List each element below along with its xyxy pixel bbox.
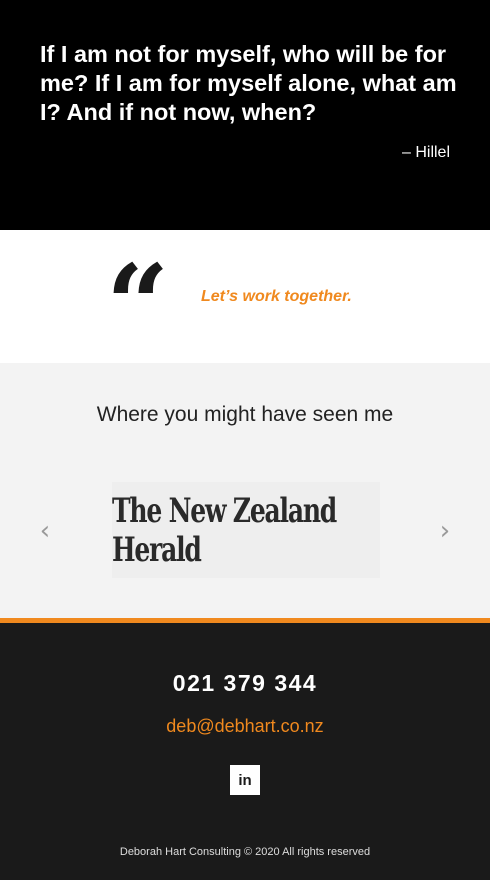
linkedin-icon[interactable]: in xyxy=(230,765,260,795)
quote-mark-icon: “ xyxy=(106,240,170,369)
quote-section: If I am not for myself, who will be for … xyxy=(0,0,490,230)
copyright-text: Deborah Hart Consulting © 2020 All right… xyxy=(119,846,371,858)
seen-title: Where you might have seen me xyxy=(96,403,394,426)
quote-author: – Hillel xyxy=(401,144,450,161)
nz-herald-logo: The New Zealand Herald xyxy=(112,490,337,570)
lets-work-together-link[interactable]: Let’s work together. xyxy=(201,288,352,306)
email-link[interactable]: deb@debhart.co.nz xyxy=(0,716,490,737)
footer xyxy=(0,623,490,880)
carousel-next-icon[interactable]: › xyxy=(434,515,456,547)
media-logo-card: The New Zealand Herald xyxy=(112,482,380,578)
quote-text: If I am not for myself, who will be for … xyxy=(40,41,457,125)
carousel-prev-icon[interactable]: ‹ xyxy=(34,515,56,547)
phone-number[interactable]: 021 379 344 xyxy=(0,670,490,697)
